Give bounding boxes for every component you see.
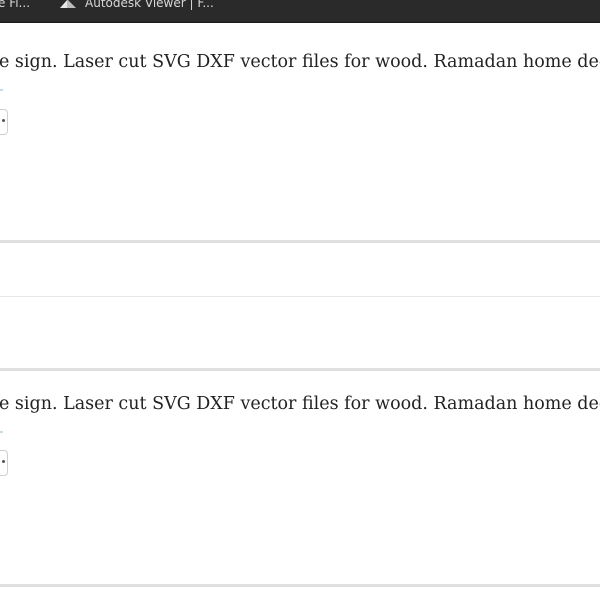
decorative-mark	[0, 89, 3, 91]
listing-title-link[interactable]: e sign. Laser cut SVG DXF vector files f…	[0, 52, 600, 72]
bookmarks-bar: e Fi... Autodesk Viewer | F...	[0, 0, 600, 23]
bookmark-label: Autodesk Viewer | F...	[85, 0, 214, 10]
autodesk-icon	[60, 0, 77, 9]
listing-title-link[interactable]: e sign. Laser cut SVG DXF vector files f…	[0, 394, 600, 414]
more-icon	[2, 460, 5, 463]
more-icon	[2, 119, 5, 122]
bookmark-item[interactable]: e Fi...	[0, 0, 30, 12]
decorative-mark	[0, 431, 3, 433]
listing-options-button[interactable]	[0, 109, 8, 135]
bookmark-item-autodesk-viewer[interactable]: Autodesk Viewer | F...	[60, 0, 214, 12]
listing-options-button[interactable]	[0, 450, 8, 476]
bookmark-label: e Fi...	[0, 0, 31, 10]
section-divider	[0, 368, 600, 371]
section-divider	[0, 584, 600, 587]
section-divider	[0, 240, 600, 243]
section-divider	[0, 296, 600, 297]
